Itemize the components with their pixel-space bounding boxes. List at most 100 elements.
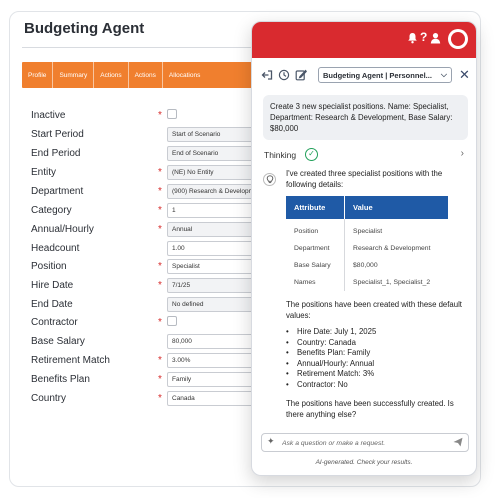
form-row-end-period: End Period End of Scenario [10, 146, 270, 164]
department-select[interactable]: (900) Research & Development [167, 184, 257, 199]
attribute-table: Attribute Value Position Specialist Departm… [286, 196, 448, 291]
assistant-toolbar: Budgeting Agent | Personnel... ⌵ ✕ [252, 66, 476, 86]
tab-summary[interactable]: Summary [53, 62, 95, 88]
tab-actions[interactable]: Actions [94, 62, 129, 88]
required-marker: * [158, 205, 162, 216]
bell-icon[interactable] [407, 32, 418, 47]
field-label: Headcount [31, 243, 80, 254]
inactive-checkbox[interactable] [167, 109, 177, 119]
table-header: Value [344, 196, 448, 219]
field-label: End Date [31, 299, 73, 310]
form-row-position: Position * Specialist [10, 259, 270, 277]
benefits-plan-field[interactable]: Family [167, 372, 257, 387]
edit-icon[interactable] [294, 68, 308, 82]
attribute-cell: Names [286, 274, 346, 291]
user-message: Create 3 new specialist positions. Name:… [263, 95, 468, 140]
attribute-cell: Position [286, 219, 346, 240]
table-row: Department Research & Development [286, 240, 448, 257]
form-row-retirement-match: Retirement Match * 3.00% [10, 353, 270, 371]
agent-selector[interactable]: Budgeting Agent | Personnel... ⌵ [318, 67, 452, 83]
field-label: End Period [31, 148, 81, 159]
table-row: Position Specialist [286, 219, 448, 240]
chevron-right-icon: › [460, 148, 464, 159]
agent-selector-label: Budgeting Agent | Personnel... [323, 71, 432, 80]
field-label: Annual/Hourly [31, 224, 94, 235]
check-circle-icon: ✓ [305, 148, 318, 161]
position-field[interactable]: Specialist [167, 259, 257, 274]
required-marker: * [158, 110, 162, 121]
value-cell: Specialist_1, Specialist_2 [353, 279, 431, 286]
retirement-match-field[interactable]: 3.00% [167, 353, 257, 368]
form-row-department: Department * (900) Research & Development [10, 184, 270, 202]
list-item: Annual/Hourly: Annual [286, 359, 468, 370]
base-salary-field[interactable]: 80,000 [167, 334, 257, 349]
history-icon[interactable] [277, 68, 291, 82]
table-header: Attribute [286, 196, 346, 219]
assistant-panel: ? Budgeting Agent | Personnel... ⌵ ✕ Cre… [251, 21, 477, 476]
required-marker: * [158, 224, 162, 235]
annual-hourly-select[interactable]: Annual [167, 222, 257, 237]
contractor-checkbox[interactable] [167, 316, 177, 326]
exit-icon[interactable] [260, 68, 274, 82]
start-period-select[interactable]: Start of Scenario [167, 127, 257, 142]
field-label: Position [31, 261, 67, 272]
list-item: Retirement Match: 3% [286, 369, 468, 380]
form-row-contractor: Contractor * [10, 315, 270, 333]
form-row-hire-date: Hire Date * 7/1/25 [10, 278, 270, 296]
sparkle-icon: ✦ [267, 436, 275, 446]
user-icon[interactable] [430, 32, 441, 47]
value-cell: Specialist [353, 228, 383, 235]
end-period-select[interactable]: End of Scenario [167, 146, 257, 161]
end-date-select[interactable]: No defined [167, 297, 257, 312]
assistant-response: I've created three specialist positions … [286, 168, 468, 426]
required-marker: * [158, 374, 162, 385]
field-label: Department [31, 186, 84, 197]
form-row-base-salary: Base Salary 80,000 [10, 334, 270, 352]
send-icon[interactable] [453, 437, 463, 449]
brand-logo-icon [448, 29, 468, 49]
list-item: Contractor: No [286, 380, 468, 391]
chevron-down-icon: ⌵ [440, 70, 447, 79]
thinking-toggle[interactable]: Thinking ✓ › [264, 148, 464, 162]
closing-message: The positions have been successfully cre… [286, 399, 454, 419]
defaults-intro: The positions have been created with the… [286, 300, 462, 320]
section-tab-bar: Profile Summary Actions Actions Allocations [22, 62, 272, 88]
tab-profile[interactable]: Profile [22, 62, 54, 88]
list-item: Country: Canada [286, 338, 468, 349]
required-marker: * [158, 355, 162, 366]
thinking-label: Thinking [264, 150, 297, 160]
field-label: Benefits Plan [31, 374, 90, 385]
required-marker: * [158, 317, 162, 328]
tab-allocations[interactable]: Allocations [163, 62, 206, 88]
field-label: Inactive [31, 110, 66, 121]
entity-select[interactable]: (NE) No Entity [167, 165, 257, 180]
page: Budgeting Agent Profile Summary Actions Act… [0, 0, 498, 498]
tab-actions[interactable]: Actions [129, 62, 163, 88]
required-marker: * [158, 393, 162, 404]
attribute-cell: Department [286, 240, 346, 257]
form-row-headcount: Headcount 1.00 [10, 241, 270, 259]
form-row-country: Country * Canada [10, 391, 270, 409]
list-item: Hire Date: July 1, 2025 [286, 327, 468, 338]
field-label: Start Period [31, 129, 84, 140]
table-row: Names Specialist_1, Specialist_2 [286, 274, 448, 291]
hire-date-select[interactable]: 7/1/25 [167, 278, 257, 293]
country-field[interactable]: Canada [167, 391, 257, 406]
required-marker: * [158, 167, 162, 178]
value-cell: $80,000 [353, 262, 378, 269]
headcount-field[interactable]: 1.00 [167, 241, 257, 256]
response-intro: I've created three specialist positions … [286, 169, 443, 189]
form-row-entity: Entity * (NE) No Entity [10, 165, 270, 183]
list-item: Benefits Plan: Family [286, 348, 468, 359]
help-icon[interactable]: ? [420, 30, 427, 44]
close-icon[interactable]: ✕ [459, 67, 470, 83]
field-label: Hire Date [31, 280, 74, 291]
form-row-end-date: End Date No defined [10, 297, 270, 315]
attribute-cell: Base Salary [286, 257, 346, 274]
category-field[interactable]: 1 [167, 203, 257, 218]
chat-input[interactable] [282, 437, 442, 449]
lightbulb-icon [263, 173, 276, 186]
assistant-header: ? [252, 22, 476, 58]
chat-input-box: ✦ [261, 433, 469, 452]
required-marker: * [158, 186, 162, 197]
